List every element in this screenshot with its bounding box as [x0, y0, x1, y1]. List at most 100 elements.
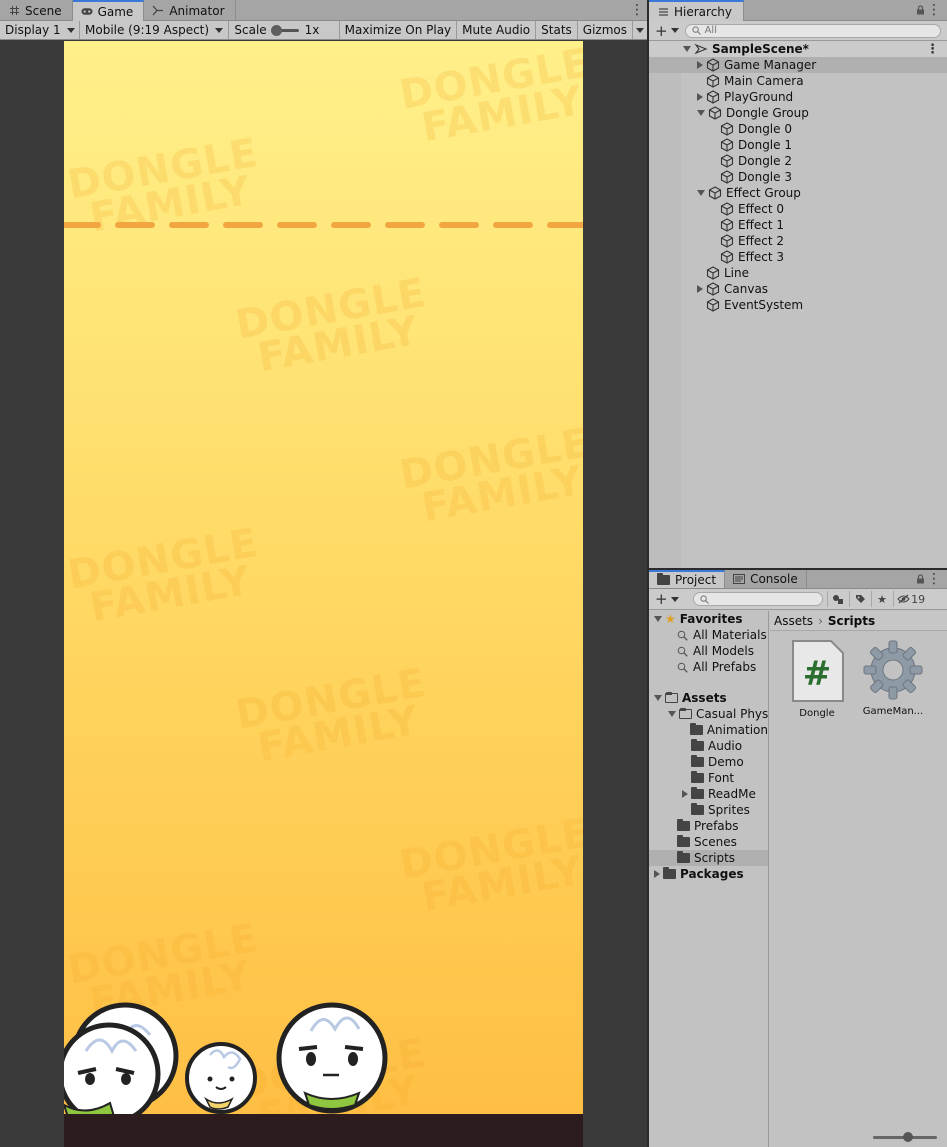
create-button[interactable]: +	[649, 22, 685, 40]
breadcrumb-root[interactable]: Assets	[774, 614, 813, 628]
hierarchy-item[interactable]: Effect 0	[649, 201, 947, 217]
expand-down-icon[interactable]	[697, 110, 705, 116]
tab-scene[interactable]: Scene	[0, 0, 73, 21]
expand-right-icon[interactable]	[697, 61, 703, 69]
dongle-sprite[interactable]	[275, 1001, 389, 1115]
icon-size-slider[interactable]	[873, 1132, 937, 1142]
project-tree-item[interactable]: All Models	[649, 643, 768, 659]
tab-project[interactable]: Project	[649, 570, 726, 588]
scene-menu-icon[interactable]: ⋮	[926, 42, 939, 57]
expand-down-icon[interactable]	[668, 711, 676, 717]
project-tree-item[interactable]: Prefabs	[649, 818, 768, 834]
hierarchy-item[interactable]: Effect 1	[649, 217, 947, 233]
expand-down-icon[interactable]	[683, 46, 691, 52]
filter-by-type-icon[interactable]	[826, 591, 849, 607]
hierarchy-item[interactable]: Dongle Group	[649, 105, 947, 121]
scale-slider[interactable]	[270, 24, 299, 36]
hidden-count: 19	[911, 592, 926, 606]
display-dropdown[interactable]: Display 1	[0, 21, 80, 39]
expand-down-icon[interactable]	[654, 695, 662, 701]
lock-icon[interactable]	[916, 573, 925, 584]
hierarchy-item[interactable]: Effect 2	[649, 233, 947, 249]
aspect-dropdown[interactable]: Mobile (9:19 Aspect)	[80, 21, 230, 39]
project-search-input[interactable]	[692, 592, 823, 606]
gizmos-toggle[interactable]: Gizmos	[578, 21, 633, 39]
project-tree-item[interactable]: Assets	[649, 690, 768, 706]
scale-slider-knob[interactable]	[270, 24, 282, 36]
gizmos-dropdown[interactable]	[633, 21, 647, 39]
tab-animator[interactable]: Animator	[144, 0, 236, 21]
hierarchy-scene-row[interactable]: SampleScene* ⋮	[649, 41, 947, 57]
project-tree-item[interactable]: Font	[649, 770, 768, 786]
hierarchy-tabbar: Hierarchy ⋮	[649, 0, 947, 21]
hierarchy-item[interactable]: Canvas	[649, 281, 947, 297]
grid-icon	[8, 5, 20, 17]
tab-console[interactable]: Console	[725, 570, 807, 588]
project-tree-item[interactable]: Packages	[649, 866, 768, 882]
hierarchy-search-input[interactable]: All	[684, 23, 941, 38]
hierarchy-item[interactable]: Dongle 2	[649, 153, 947, 169]
project-asset-area[interactable]: Assets › Scripts # Dongle GameMan...	[770, 611, 947, 1147]
project-tree-item[interactable]: Scripts	[649, 850, 768, 866]
tab-project-label: Project	[675, 573, 717, 587]
breadcrumb-current[interactable]: Scripts	[828, 614, 875, 628]
hierarchy-item[interactable]: Effect 3	[649, 249, 947, 265]
folder-icon	[689, 723, 703, 735]
project-tree-item[interactable]: Scenes	[649, 834, 768, 850]
tab-hierarchy[interactable]: Hierarchy	[649, 0, 744, 21]
expand-down-icon[interactable]	[654, 616, 662, 622]
dongle-sprite[interactable]	[64, 1021, 162, 1127]
gamepad-icon	[81, 6, 93, 18]
expand-down-icon[interactable]	[697, 190, 705, 196]
tab-game[interactable]: Game	[72, 0, 145, 21]
game-canvas[interactable]: DONGLE FAMILY DONGLE FAMILY DONGLE FAMILY D…	[64, 41, 583, 1147]
gameobject-cube-icon	[720, 138, 734, 152]
hierarchy-item-label: Dongle 1	[738, 138, 792, 152]
expand-right-icon[interactable]	[682, 790, 688, 798]
project-tree-item[interactable]: Sprites	[649, 802, 768, 818]
gameobject-cube-icon	[706, 58, 720, 72]
project-tree-item[interactable]: Audio	[649, 738, 768, 754]
scale-control: Scale 1x	[229, 21, 340, 39]
hierarchy-item[interactable]: Dongle 1	[649, 137, 947, 153]
game-menu-icon[interactable]: ⋮	[630, 3, 644, 17]
maximize-on-play-toggle[interactable]: Maximize On Play	[340, 21, 458, 39]
hierarchy-item[interactable]: Line	[649, 265, 947, 281]
asset-item-dongle[interactable]: # Dongle	[782, 639, 852, 719]
project-tree-item[interactable]: Demo	[649, 754, 768, 770]
lock-icon[interactable]	[916, 4, 925, 15]
hierarchy-item[interactable]: Main Camera	[649, 73, 947, 89]
expand-right-icon[interactable]	[654, 870, 660, 878]
hierarchy-item[interactable]: EventSystem	[649, 297, 947, 313]
project-tree-item[interactable]: ReadMe	[649, 786, 768, 802]
hierarchy-item[interactable]: PlayGround	[649, 89, 947, 105]
hierarchy-title: Hierarchy	[674, 4, 733, 19]
project-tree-item[interactable]: Casual Phys	[649, 706, 768, 722]
folder-icon	[691, 787, 704, 799]
asset-item-gamemanager[interactable]: GameMan...	[858, 639, 928, 717]
hierarchy-item[interactable]: Dongle 0	[649, 121, 947, 137]
filter-by-label-icon[interactable]	[848, 591, 871, 607]
folder-open-icon	[679, 708, 692, 719]
gameobject-cube-icon	[706, 90, 720, 104]
hierarchy-menu-icon[interactable]: ⋮	[927, 3, 941, 17]
hierarchy-item[interactable]: Effect Group	[649, 185, 947, 201]
dongle-sprite[interactable]	[184, 1041, 258, 1115]
game-view[interactable]: DONGLE FAMILY DONGLE FAMILY DONGLE FAMILY D…	[0, 41, 647, 1147]
stats-toggle[interactable]: Stats	[536, 21, 578, 39]
create-asset-button[interactable]: +	[649, 590, 685, 608]
project-tree-item[interactable]: ★ Favorites	[649, 611, 768, 627]
expand-right-icon[interactable]	[697, 93, 703, 101]
project-tree-item[interactable]: Animation	[649, 722, 768, 738]
hierarchy-item[interactable]: Dongle 3	[649, 169, 947, 185]
hierarchy-item[interactable]: Game Manager	[649, 57, 947, 73]
mute-audio-toggle[interactable]: Mute Audio	[457, 21, 537, 39]
project-tree-item[interactable]: All Materials	[649, 627, 768, 643]
project-tree-item[interactable]: All Prefabs	[649, 659, 768, 675]
hierarchy-item-label: Effect 1	[738, 218, 784, 232]
expand-right-icon[interactable]	[697, 285, 703, 293]
favorite-star-icon[interactable]: ★	[870, 591, 893, 607]
hidden-packages-toggle[interactable]: 19	[892, 591, 929, 607]
folder-icon	[691, 755, 704, 767]
project-menu-icon[interactable]: ⋮	[927, 572, 941, 586]
